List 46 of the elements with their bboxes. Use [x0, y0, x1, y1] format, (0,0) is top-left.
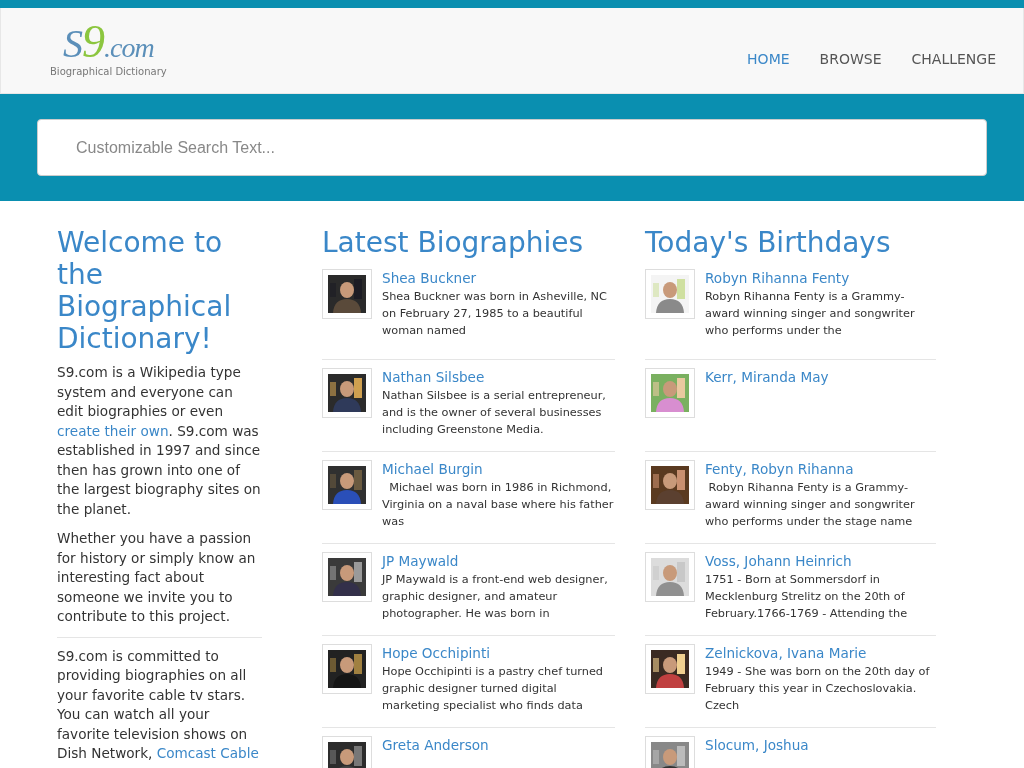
thumbnail-frame[interactable]: [645, 269, 695, 319]
text-link[interactable]: Comcast Cable: [156, 745, 259, 761]
biography-link[interactable]: Fenty, Robyn Rihanna: [705, 460, 936, 478]
nav-link[interactable]: CHALLENGE: [911, 50, 996, 67]
biography-link[interactable]: Greta Anderson: [382, 736, 489, 754]
thumbnail-frame[interactable]: [645, 552, 695, 602]
biography-summary: Shea Buckner was born in Asheville, NC on February 27, 1985 to a beautiful woman named: [382, 289, 608, 339]
biography-link[interactable]: Nathan Silsbee: [382, 368, 615, 386]
biography-summary: Michael was born in 1986 in Richmond, Virginia on a naval base where his father was: [382, 480, 615, 530]
biography-link[interactable]: Zelnickova, Ivana Marie: [705, 644, 936, 662]
biography-link[interactable]: JP Maywald: [382, 552, 615, 570]
thumbnail-frame[interactable]: [322, 460, 372, 510]
biography-summary: Nathan Silsbee is a serial entrepreneur, and is the owner of several businesses including Greenstone Media.: [382, 388, 607, 438]
text-link[interactable]: create their own: [57, 422, 169, 439]
logo[interactable]: S9.com Biographical Dictionary: [50, 22, 167, 77]
biography-link[interactable]: Slocum, Joshua: [705, 736, 809, 754]
biography-link[interactable]: Kerr, Miranda May: [705, 368, 829, 386]
thumbnail-frame[interactable]: [322, 552, 372, 602]
biography-summary: Robyn Rihanna Fenty is a Grammy-award winning singer and songwriter who performs under the: [705, 289, 916, 339]
biography-link[interactable]: Hope Occhipinti: [382, 644, 615, 662]
biography-summary: 1949 - She was born on the 20th day of February this year in Czechoslovakia. Czech: [705, 664, 931, 714]
welcome-heading: Welcome to the Biographical Dictionary!: [57, 227, 233, 355]
biography-link[interactable]: Shea Buckner: [382, 269, 615, 287]
nav-link[interactable]: HOME: [747, 50, 790, 67]
logo-tagline: Biographical Dictionary: [50, 66, 167, 77]
logo-text: S9.com: [63, 22, 154, 67]
biography-link[interactable]: Robyn Rihanna Fenty: [705, 269, 936, 287]
thumbnail-frame[interactable]: [645, 644, 695, 694]
thumbnail-frame[interactable]: [322, 368, 372, 418]
biography-summary: JP Maywald is a front-end web designer, graphic designer, and amateur photographer. He was born in: [382, 572, 609, 622]
biography-summary: 1751 - Born at Sommersdorf in Mecklenburg Strelitz on the 20th of February.1766-1769 - Attending the: [705, 572, 909, 622]
section-heading: Today's Birthdays: [645, 227, 892, 259]
thumbnail-frame[interactable]: [645, 460, 695, 510]
nav-link[interactable]: BROWSE: [819, 50, 882, 67]
biography-summary: Hope Occhipinti is a pastry chef turned graphic designer turned digital marketing specialist who finds data: [382, 664, 605, 714]
biography-link[interactable]: Voss, Johann Heinrich: [705, 552, 936, 570]
biography-summary: Robyn Rihanna Fenty is a Grammy-award winning singer and songwriter who performs under the stage name: [705, 480, 916, 530]
thumbnail-frame[interactable]: [645, 368, 695, 418]
intro-paragraph: S9.com is a Wikipedia type system and everyone can edit biographies or even create their own. S9.com was established in 1997 and since then has grown into one of the largest biography sites on the planet.: [57, 363, 262, 519]
intro-paragraph: S9.com is committed to providing biographies on all your favorite cable tv stars. You can watch all your favorite television shows on Dish Network, Comcast Cable: [57, 636, 262, 764]
section-heading: Latest Biographies: [322, 227, 585, 259]
thumbnail-frame[interactable]: [322, 644, 372, 694]
intro-paragraph: Whether you have a passion for history or simply know an interesting fact about someone we invite you to contribute to this project.: [57, 529, 257, 626]
biography-link[interactable]: Michael Burgin: [382, 460, 615, 478]
search-field[interactable]: Customizable Search Text...: [37, 119, 987, 176]
thumbnail-frame[interactable]: [322, 269, 372, 319]
